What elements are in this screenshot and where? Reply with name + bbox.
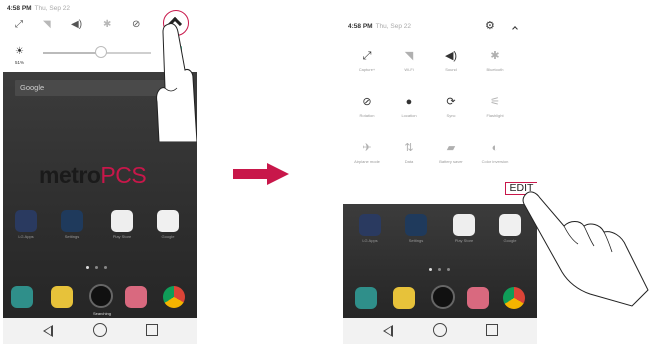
sync-icon: ⟳ [446,96,456,108]
app-label: LG Apps [18,234,34,239]
quick-setting-label: Bluetooth [486,67,504,72]
brightness-percent: 51% [15,60,25,65]
quick-setting-tile-sync[interactable]: ⟳ Sync [431,96,471,119]
transition-arrow [233,163,289,185]
home-icon[interactable] [433,323,447,337]
quick-setting-label: Data [404,159,414,164]
quick-setting-label: Capture+ [358,67,376,72]
quick-setting-tile-sound[interactable]: ◀) Sound [431,50,471,73]
messaging-app-icon[interactable] [51,286,73,308]
back-icon[interactable] [43,325,53,337]
settings-app-icon[interactable] [61,210,83,232]
back-icon[interactable] [383,325,393,337]
quick-setting-label: Color inversion [481,159,509,164]
wifi-off-icon: ◥ [404,50,414,62]
brightness-slider-fill [43,52,99,54]
app-label: Settings [408,238,424,243]
location-icon: ● [405,96,413,108]
status-bar-time: 4:58 PM Thu, Sep 22 [348,23,411,30]
lg-apps-folder-icon[interactable] [359,214,381,236]
sound-icon: ◀) [444,50,458,62]
pointing-hand-illustration [522,191,649,307]
status-time-text: 4:58 PM [348,23,373,30]
home-icon[interactable] [93,323,107,337]
phone-app-icon[interactable] [355,287,377,309]
bluetooth-off-icon: ✱ [490,50,500,62]
carrier-logo: metroPCS [39,162,147,188]
data-icon: ⇅ [404,142,414,154]
recent-apps-icon[interactable] [146,324,158,336]
play-store-app-icon[interactable] [111,210,133,232]
gallery-app-icon[interactable] [467,287,489,309]
flashlight-icon: ⚟ [490,96,500,108]
lg-apps-folder-icon[interactable] [15,210,37,232]
quick-setting-label: Sync [446,113,456,118]
capture-plus-icon[interactable]: ⤢ [15,20,23,30]
google-search-placeholder: Google [20,83,45,92]
bluetooth-off-icon[interactable]: ✱ [103,20,111,30]
capture-plus-icon: ⤢ [362,50,372,62]
camera-app-icon[interactable] [89,284,113,308]
google-folder-icon[interactable] [499,214,521,236]
quick-setting-label: Airplane mode [354,159,380,164]
page-indicator [429,268,450,271]
status-date-text: Thu, Sep 22 [375,23,411,30]
quick-setting-tile-color-inversion[interactable]: ◐ Color inversion [475,142,515,165]
page-indicator [86,266,107,269]
quick-setting-tile-wifi-off[interactable]: ◥ Wi-Fi [389,50,429,73]
chrome-app-icon[interactable] [163,286,185,308]
quick-setting-tile-capture-plus[interactable]: ⤢ Capture+ [347,50,387,73]
phone-app-icon[interactable] [11,286,33,308]
camera-status-label: Searching [92,311,111,316]
play-store-app-icon[interactable] [453,214,475,236]
quick-setting-label: Battery saver [439,159,463,164]
quick-setting-label: Flashlight [486,113,504,118]
quick-setting-tile-flashlight[interactable]: ⚟ Flashlight [475,96,515,119]
battery-saver-icon: ▰ [446,142,456,154]
status-date-text: Thu, Sep 22 [34,5,70,12]
rotation-icon: ⊘ [362,96,372,108]
quick-setting-label: Location [401,113,417,118]
quick-setting-tile-bluetooth-off[interactable]: ✱ Bluetooth [475,50,515,73]
status-bar-time: 4:58 PM Thu, Sep 22 [7,5,70,12]
google-folder-icon[interactable] [157,210,179,232]
quick-setting-label: Wi-Fi [404,67,414,72]
color-inversion-icon: ◐ [491,142,499,154]
left-phone-screen: 4:58 PMThu, Sep 22 ⤢ ◥ ◀) ✱ ⊘ ☀ 51% ✓ Au… [3,0,197,344]
quick-setting-tile-rotation[interactable]: ⊘ Rotation [347,96,387,119]
quick-setting-label: Sound [445,67,457,72]
sound-icon[interactable]: ◀) [71,20,82,30]
pointing-hand-illustration [156,23,197,142]
airplane-icon: ✈ [362,142,372,154]
quick-setting-label: Rotation [359,113,375,118]
app-label: LG Apps [362,238,378,243]
rotation-icon[interactable]: ⊘ [132,20,140,30]
brightness-slider-thumb[interactable] [95,46,107,58]
right-phone-screen: 4:58 PM Thu, Sep 22 ⚙ ⤢ Capture+ ◥ Wi-Fi ◀) So… [343,0,537,344]
quick-setting-tile-data[interactable]: ⇅ Data [389,142,429,165]
settings-app-icon[interactable] [405,214,427,236]
status-time-text: 4:58 PM [7,5,32,12]
app-label: Play Store [112,234,132,239]
quick-setting-tile-battery-saver[interactable]: ▰ Battery saver [431,142,471,165]
navigation-bar [343,318,537,344]
recent-apps-icon[interactable] [486,324,498,336]
gallery-app-icon[interactable] [125,286,147,308]
camera-app-icon[interactable] [431,285,455,309]
app-label: Play Store [454,238,474,243]
messaging-app-icon[interactable] [393,287,415,309]
app-label: Settings [64,234,80,239]
navigation-bar [3,318,197,344]
quick-setting-tile-location[interactable]: ● Location [389,96,429,119]
brightness-icon: ☀ [15,46,24,57]
settings-gear-icon[interactable]: ⚙ [485,21,495,32]
collapse-chevron-icon[interactable] [512,26,518,32]
wifi-off-icon[interactable]: ◥ [43,20,51,30]
quick-setting-tile-airplane[interactable]: ✈ Airplane mode [347,142,387,165]
app-label: Google [161,234,175,239]
